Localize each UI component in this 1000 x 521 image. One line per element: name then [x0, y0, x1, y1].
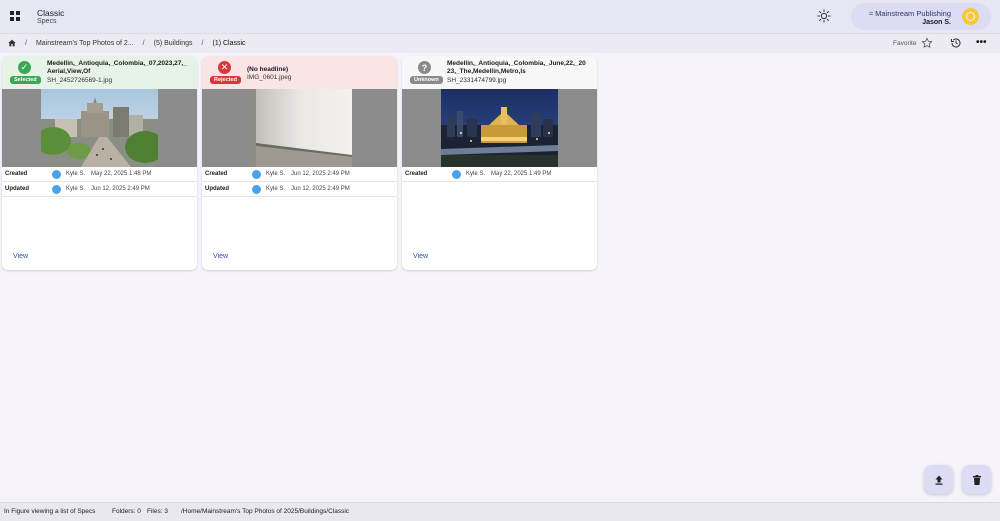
metadata-date: May 22, 2025 1:48 PM: [91, 171, 152, 177]
card-header: ✓ Selected Medellin,_Antioquia,_Colombia…: [2, 56, 197, 89]
spec-card[interactable]: ✕ Rejected (No headline) IMG_0601.jpeg C…: [202, 56, 397, 270]
card-filename: SH_2452726569-1.jpg: [47, 77, 113, 84]
account-chip[interactable]: ≈ Mainstream Publishing Jason S.: [851, 3, 991, 30]
home-icon[interactable]: [8, 39, 16, 47]
user-avatar-icon: [452, 170, 461, 179]
breadcrumb-item-collection[interactable]: Mainstream's Top Photos of 2...: [36, 40, 134, 47]
card-filename: SH_2331474799.jpg: [447, 77, 507, 84]
thumbnail-image: [41, 89, 158, 167]
check-circle-icon: ✓: [18, 61, 31, 74]
thumbnail-image: [441, 89, 558, 167]
card-title: Medellin,_Antioquia,_Colombia,_June,22,_…: [447, 60, 586, 75]
metadata-row-created: Created Kyle S. May 22, 2025 1:48 PM: [2, 167, 197, 182]
organization-name: ≈ Mainstream Publishing: [868, 9, 951, 18]
user-avatar-icon: [252, 185, 261, 194]
user-name: Jason S.: [922, 19, 951, 26]
metadata-row-created: Created Kyle S. Jun 12, 2025 2:49 PM: [202, 167, 397, 182]
metadata-user[interactable]: Kyle S.: [466, 171, 485, 177]
metadata-row-created: Created Kyle S. May 22, 2025 1:49 PM: [402, 167, 597, 182]
apps-grid-icon[interactable]: [10, 11, 20, 21]
metadata-date: May 22, 2025 1:49 PM: [491, 171, 552, 177]
view-button[interactable]: View: [13, 253, 28, 260]
metadata-date: Jun 12, 2025 2:49 PM: [291, 171, 350, 177]
upload-button[interactable]: [924, 465, 953, 494]
card-thumbnail[interactable]: [2, 89, 197, 167]
status-folders-count: Folders: 0: [112, 508, 141, 515]
metadata-label: Created: [5, 171, 28, 177]
metadata-date: Jun 12, 2025 2:49 PM: [91, 186, 150, 192]
trash-icon: [972, 474, 981, 485]
metadata-date: Jun 12, 2025 2:49 PM: [291, 186, 350, 192]
app-header: Classic Specs ≈ Mainstream Publishing Ja…: [0, 0, 1000, 34]
view-button[interactable]: View: [413, 253, 428, 260]
metadata-label: Updated: [205, 186, 229, 192]
breadcrumb-separator: /: [201, 39, 204, 47]
sun-icon[interactable]: [817, 9, 831, 23]
avatar[interactable]: [962, 8, 979, 25]
card-header: ? Unknown Medellin,_Antioquia,_Colombia,…: [402, 56, 597, 89]
card-header: ✕ Rejected (No headline) IMG_0601.jpeg: [202, 56, 397, 89]
star-outline-icon[interactable]: [921, 37, 933, 49]
card-thumbnail[interactable]: [202, 89, 397, 167]
metadata-label: Updated: [5, 186, 29, 192]
breadcrumb: / Mainstream's Top Photos of 2... / (5) …: [8, 39, 246, 47]
status-bar: In Figure viewing a list of Specs Folder…: [0, 502, 1000, 521]
status-path: /Home/Mainstream's Top Photos of 2025/Bu…: [181, 508, 350, 515]
status-files-count: Files: 3: [147, 508, 168, 515]
breadcrumb-separator: /: [25, 39, 27, 47]
user-avatar-icon: [52, 170, 61, 179]
metadata-label: Created: [405, 171, 428, 177]
breadcrumb-bar: / Mainstream's Top Photos of 2... / (5) …: [0, 34, 1000, 53]
spec-card[interactable]: ? Unknown Medellin,_Antioquia,_Colombia,…: [402, 56, 597, 270]
breadcrumb-separator: /: [142, 39, 145, 47]
status-badge: Unknown: [410, 76, 443, 84]
status-badge: Selected: [10, 76, 41, 84]
metadata-row-updated: Updated Kyle S. Jun 12, 2025 2:49 PM: [202, 182, 397, 197]
status-badge: Rejected: [210, 76, 241, 84]
upload-icon: [935, 475, 942, 485]
user-avatar-icon: [252, 170, 261, 179]
cancel-circle-icon: ✕: [218, 61, 231, 74]
status-context: In Figure viewing a list of Specs: [4, 508, 96, 515]
page-title: Classic: [37, 8, 65, 18]
metadata-row-updated: Updated Kyle S. Jun 12, 2025 2:49 PM: [2, 182, 197, 197]
card-filename: IMG_0601.jpeg: [247, 74, 292, 81]
breadcrumb-item-buildings[interactable]: (5) Buildings: [154, 40, 193, 47]
spec-card[interactable]: ✓ Selected Medellin,_Antioquia,_Colombia…: [2, 56, 197, 270]
metadata-user[interactable]: Kyle S.: [266, 186, 285, 192]
metadata-user[interactable]: Kyle S.: [66, 171, 85, 177]
metadata-user[interactable]: Kyle S.: [266, 171, 285, 177]
favorite-label: Favorite: [893, 40, 917, 47]
metadata-label: Created: [205, 171, 228, 177]
help-circle-icon: ?: [418, 61, 431, 74]
breadcrumb-item-current: (1) Classic: [212, 39, 246, 47]
thumbnail-image: [247, 89, 352, 167]
view-button[interactable]: View: [213, 253, 228, 260]
more-horizontal-icon[interactable]: •••: [976, 38, 987, 48]
card-title: Medellin,_Antioquia,_Colombia,_07,2023,2…: [47, 60, 187, 75]
delete-button[interactable]: [962, 465, 991, 494]
history-icon[interactable]: [950, 37, 962, 49]
card-title: (No headline): [247, 66, 289, 73]
user-avatar-icon: [52, 185, 61, 194]
page-subtitle: Specs: [37, 18, 57, 25]
card-thumbnail[interactable]: [402, 89, 597, 167]
metadata-user[interactable]: Kyle S.: [66, 186, 85, 192]
